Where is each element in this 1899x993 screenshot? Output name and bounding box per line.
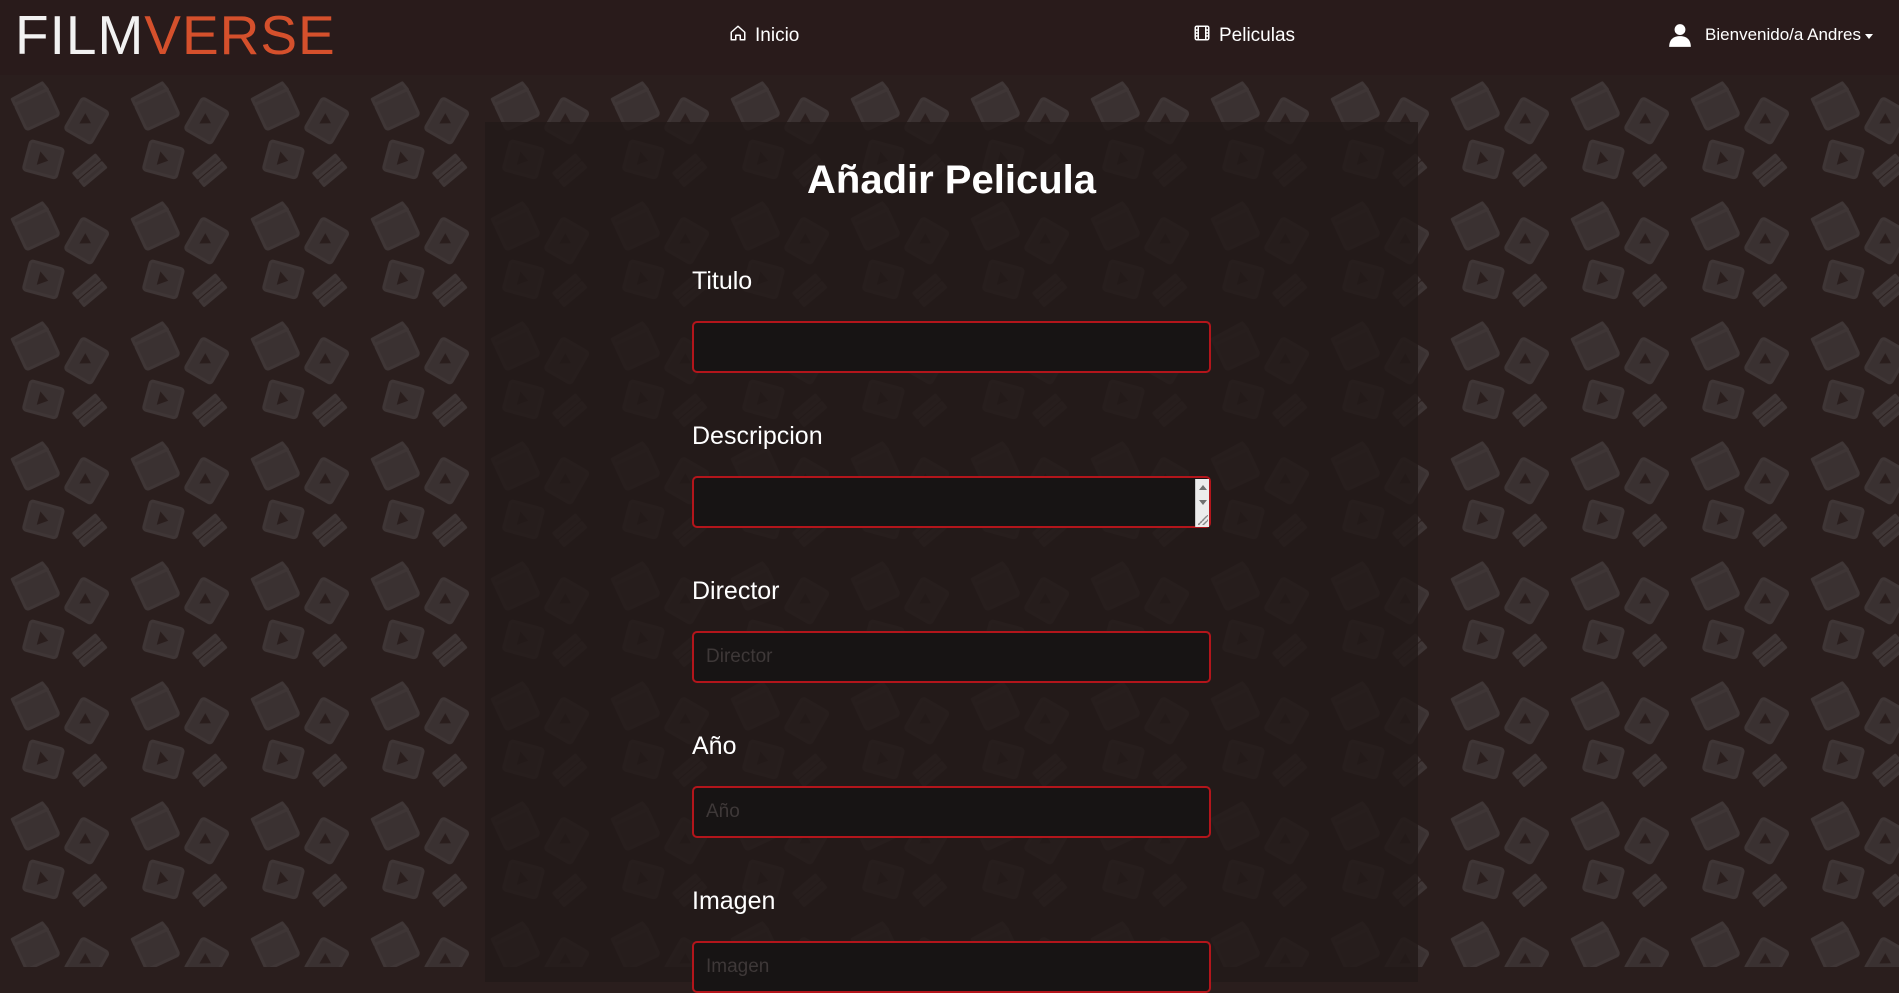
scroll-up-arrow-icon[interactable]: [1198, 485, 1207, 490]
titulo-input[interactable]: [692, 321, 1211, 373]
anio-input[interactable]: [692, 786, 1211, 838]
imagen-input[interactable]: [692, 941, 1211, 993]
navbar: FILM VERSE Inicio Peliculas Bienvenido/a…: [0, 0, 1899, 75]
descripcion-textarea[interactable]: [692, 476, 1211, 528]
user-icon: [1667, 22, 1693, 48]
form-panel: [485, 122, 1418, 982]
page-title: Añadir Pelicula: [807, 158, 1096, 202]
nav-link-inicio[interactable]: Inicio: [729, 24, 799, 48]
filmverse-logo[interactable]: FILM VERSE: [15, 6, 336, 64]
scroll-down-arrow-icon[interactable]: [1198, 500, 1207, 505]
user-dropdown[interactable]: Bienvenido/a Andres: [1667, 22, 1873, 48]
director-input[interactable]: [692, 631, 1211, 683]
user-greeting: Bienvenido/a Andres: [1705, 25, 1861, 44]
titulo-label: Titulo: [692, 267, 753, 295]
director-label: Director: [692, 577, 780, 605]
nav-link-peliculas[interactable]: Peliculas: [1193, 24, 1295, 48]
home-icon: [729, 24, 755, 48]
nav-link-inicio-label: Inicio: [755, 25, 800, 46]
descripcion-label: Descripcion: [692, 422, 823, 450]
anio-label: Año: [692, 732, 737, 760]
textarea-scroll-control[interactable]: [1195, 479, 1209, 527]
resize-grip-icon[interactable]: [1197, 515, 1208, 525]
logo-part-verse: VERSE: [144, 3, 336, 66]
film-icon: [1193, 24, 1219, 48]
chevron-down-icon: [1865, 33, 1873, 39]
nav-link-peliculas-label: Peliculas: [1219, 25, 1296, 46]
logo-part-film: FILM: [15, 3, 145, 66]
imagen-label: Imagen: [692, 887, 776, 915]
